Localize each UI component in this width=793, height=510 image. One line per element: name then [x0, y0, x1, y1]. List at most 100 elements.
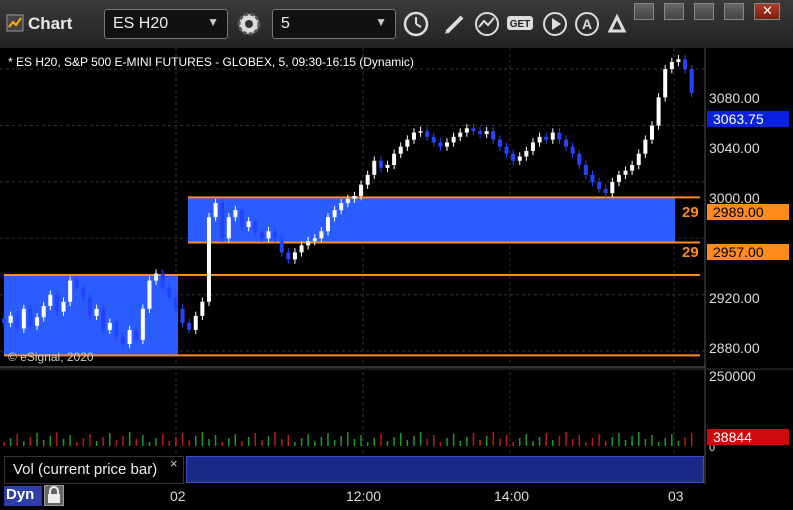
volume-study-label[interactable]: Vol (current price bar) [4, 456, 184, 484]
upper-level-label: 29 [682, 204, 699, 221]
candle-body [127, 329, 132, 345]
candle-body [663, 69, 668, 98]
candle-body [154, 273, 159, 281]
candle-body [649, 125, 654, 140]
symbol-value: ES H20 [113, 15, 169, 32]
clock-icon[interactable] [401, 9, 431, 39]
candle-body [200, 301, 205, 316]
copyright-text: © eSignal, 2020 [8, 350, 94, 364]
candle-body [312, 238, 317, 242]
settings-icon[interactable] [602, 9, 632, 39]
candle-body [15, 315, 20, 329]
candle-body [61, 301, 66, 312]
candle-body [484, 131, 489, 134]
candle-body [187, 322, 192, 330]
maximize-button[interactable] [724, 3, 744, 20]
title-bar: Chart ES H20 ▼ 5 ▼ GET A ✕ [0, 0, 793, 49]
candle-body [220, 203, 225, 239]
candle-body [266, 231, 271, 239]
candle-body [478, 131, 483, 134]
candle-body [550, 132, 555, 140]
candle-body [564, 139, 569, 147]
candle-body [299, 245, 304, 253]
pencil-icon[interactable] [440, 9, 470, 39]
link-button[interactable] [634, 3, 654, 20]
candle-body [74, 280, 79, 288]
candle-body [537, 136, 542, 143]
x-tick: 14:00 [494, 488, 530, 504]
candle-body [438, 142, 443, 147]
lower-level-tag: 2957.00 [707, 244, 789, 260]
interval-selector[interactable]: 5 ▼ [272, 9, 396, 39]
candle-body [279, 238, 284, 253]
candle-body [643, 139, 648, 154]
candle-body [544, 136, 549, 140]
candle-body [458, 132, 463, 137]
candle-body [511, 153, 516, 161]
candle-body [636, 153, 641, 166]
candle-body [530, 142, 535, 151]
chart-line-icon[interactable] [472, 9, 502, 39]
chevron-down-icon: ▼ [207, 15, 219, 29]
svg-text:GET: GET [510, 19, 531, 30]
price-chart[interactable] [0, 48, 793, 484]
candle-body [286, 252, 291, 260]
candle-body [398, 146, 403, 154]
candle-body [676, 59, 681, 63]
candle-body [392, 153, 397, 166]
candle-body [167, 287, 172, 298]
candle-body [385, 165, 390, 168]
candle-body [147, 280, 152, 309]
candle-body [445, 142, 450, 147]
candle-body [365, 174, 370, 185]
get-icon[interactable]: GET [505, 9, 535, 39]
y-tick: 2920.00 [709, 290, 760, 306]
candle-body [325, 217, 330, 232]
candle-body [332, 210, 337, 218]
last-price-tag: 3063.75 [707, 111, 789, 127]
candle-body [378, 160, 383, 168]
x-tick: 02 [170, 488, 186, 504]
minimize-button[interactable] [694, 3, 714, 20]
play-icon[interactable] [540, 9, 570, 39]
candle-body [21, 308, 26, 329]
candle-body [68, 280, 73, 302]
lock-icon[interactable] [44, 485, 64, 506]
candle-body [180, 308, 185, 323]
candle-body [431, 136, 436, 143]
candle-body [41, 305, 46, 318]
lower-level-label: 29 [682, 244, 699, 261]
gear-icon[interactable] [234, 9, 264, 39]
svg-text:A: A [582, 16, 592, 32]
candle-body [504, 146, 509, 154]
candle-body [101, 308, 106, 330]
candle-body [683, 59, 688, 70]
candle-body [517, 156, 522, 161]
chart-status-line: * ES H20, S&P 500 E-MINI FUTURES - GLOBE… [8, 55, 414, 69]
candle-body [140, 308, 145, 340]
y-tick: 3080.00 [709, 90, 760, 106]
dynamic-toggle[interactable]: Dyn [4, 486, 42, 506]
candle-body [577, 153, 582, 166]
candle-body [451, 136, 456, 143]
candle-body [590, 174, 595, 182]
candle-body [134, 329, 139, 340]
close-button[interactable]: ✕ [754, 3, 780, 20]
candle-body [583, 165, 588, 175]
chart-icon [6, 14, 24, 32]
alert-icon[interactable]: A [572, 9, 602, 39]
close-icon[interactable]: × [170, 456, 178, 471]
candle-body [359, 184, 364, 197]
candle-body [597, 181, 602, 189]
candle-body [570, 146, 575, 154]
volume-study-bar[interactable] [186, 456, 704, 483]
candle-body [623, 170, 628, 175]
candle-body [173, 297, 178, 309]
restore-button[interactable] [664, 3, 684, 20]
candle-body [54, 294, 59, 312]
candle-body [345, 198, 350, 204]
symbol-selector[interactable]: ES H20 ▼ [104, 9, 228, 39]
x-tick: 03 [668, 488, 684, 504]
candle-body [352, 196, 357, 199]
candle-body [81, 287, 86, 298]
